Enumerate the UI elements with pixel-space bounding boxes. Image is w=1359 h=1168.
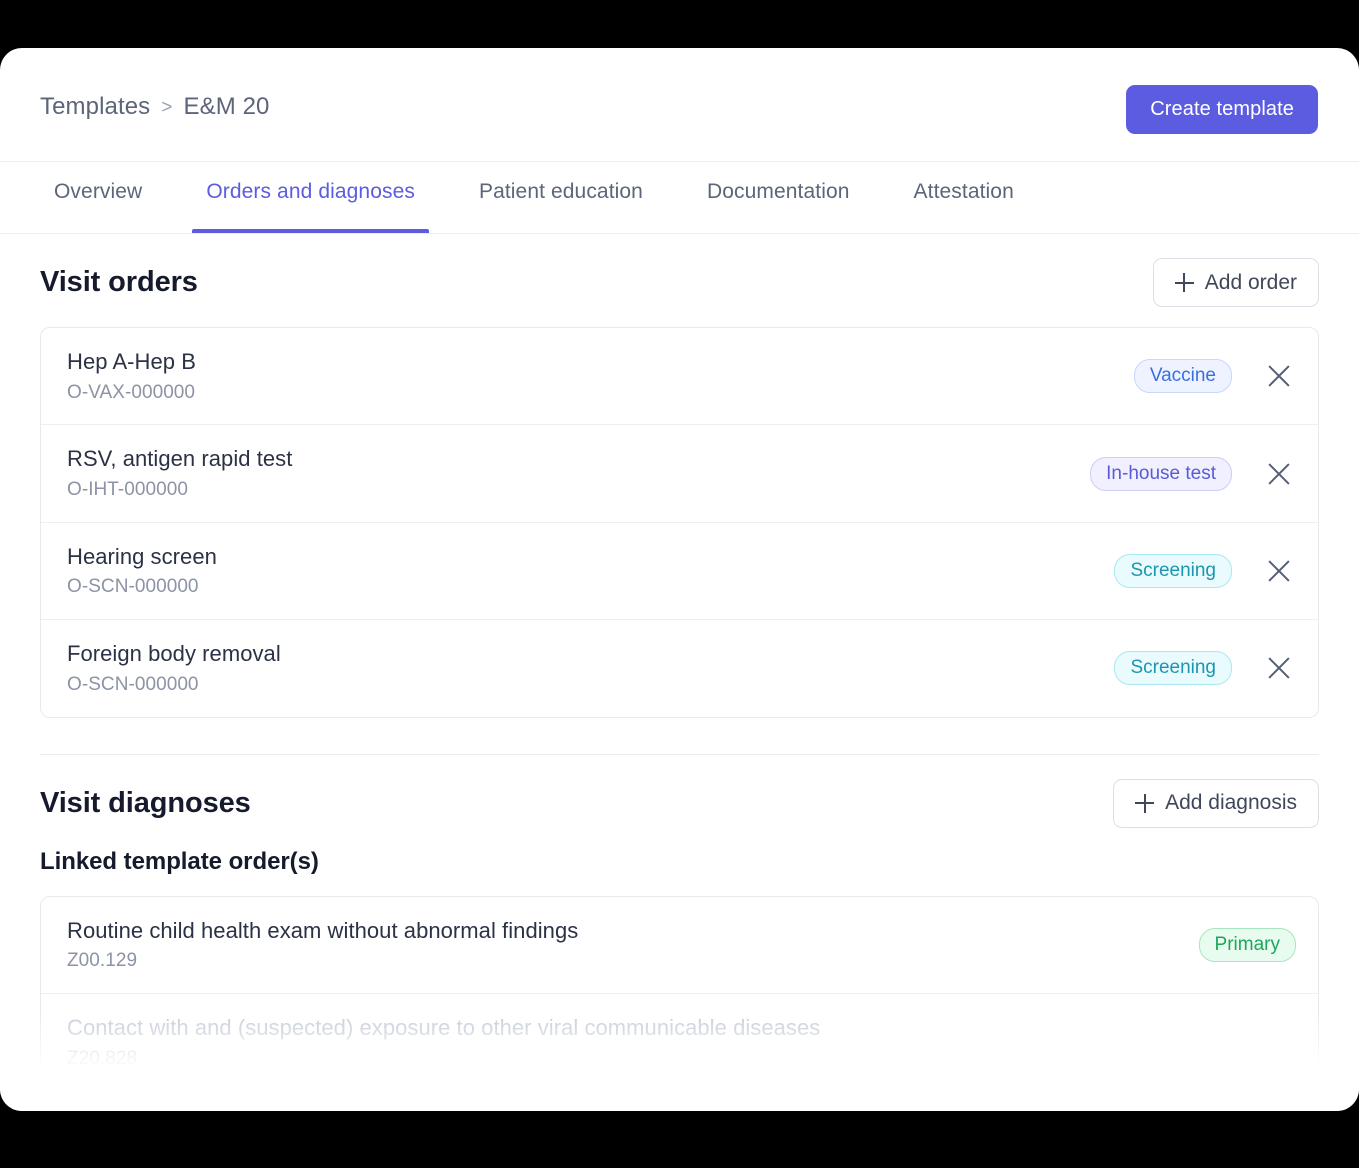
order-info: Hep A-Hep B O-VAX-000000 — [67, 347, 1134, 405]
order-info: RSV, antigen rapid test O-IHT-000000 — [67, 444, 1090, 502]
plus-icon — [1135, 793, 1155, 813]
page-header: Templates > E&M 20 Create template — [0, 48, 1359, 162]
status-badge: Screening — [1114, 651, 1232, 686]
order-info: Hearing screen O-SCN-000000 — [67, 542, 1114, 600]
table-row[interactable]: Hearing screen O-SCN-000000 Screening — [41, 523, 1318, 621]
diagnosis-name: Routine child health exam without abnorm… — [67, 917, 579, 943]
status-badge: Primary — [1198, 927, 1296, 962]
order-code: O-IHT-000000 — [67, 479, 188, 501]
tab-bar: Overview Orders and diagnoses Patient ed… — [0, 162, 1359, 234]
close-icon[interactable] — [1262, 359, 1296, 393]
status-badge: Screening — [1114, 553, 1232, 588]
order-info: Foreign body removal O-SCN-000000 — [67, 639, 1114, 697]
order-name: RSV, antigen rapid test — [67, 446, 293, 472]
close-icon[interactable] — [1262, 651, 1296, 685]
breadcrumb: Templates > E&M 20 — [40, 93, 269, 121]
plus-icon — [1174, 273, 1194, 292]
visit-diagnoses-header: Visit diagnoses Add diagnosis — [40, 755, 1319, 848]
order-name: Foreign body removal — [67, 641, 281, 667]
status-badge: In-house test — [1090, 456, 1232, 491]
breadcrumb-separator-icon: > — [161, 97, 173, 118]
order-name: Hearing screen — [67, 543, 217, 569]
visit-orders-list: Hep A-Hep B O-VAX-000000 Vaccine RSV, an… — [40, 327, 1319, 718]
visit-diagnoses-list: Routine child health exam without abnorm… — [40, 895, 1319, 1092]
add-order-button[interactable]: Add order — [1152, 258, 1319, 307]
tab-overview[interactable]: Overview — [40, 162, 156, 233]
linked-template-orders-title: Linked template order(s) — [40, 847, 319, 875]
table-row[interactable]: Foreign body removal O-SCN-000000 Screen… — [41, 620, 1318, 716]
add-diagnosis-label: Add diagnosis — [1165, 791, 1297, 814]
diagnosis-name: Contact with and (suspected) exposure to… — [67, 1014, 821, 1040]
create-template-button[interactable]: Create template — [1126, 85, 1318, 134]
breadcrumb-current: E&M 20 — [183, 93, 270, 120]
order-code: O-SCN-000000 — [67, 673, 199, 695]
tab-orders-and-diagnoses[interactable]: Orders and diagnoses — [192, 162, 429, 233]
visit-diagnoses-title: Visit diagnoses — [40, 786, 251, 819]
visit-orders-header: Visit orders Add order — [40, 234, 1319, 327]
diagnosis-code: Z20.828 — [67, 1047, 138, 1069]
tab-documentation[interactable]: Documentation — [693, 162, 864, 233]
table-row[interactable]: RSV, antigen rapid test O-IHT-000000 In-… — [41, 425, 1318, 523]
order-name: Hep A-Hep B — [67, 349, 196, 374]
table-row[interactable]: Routine child health exam without abnorm… — [41, 897, 1318, 994]
app-card: Templates > E&M 20 Create template Overv… — [0, 48, 1359, 1111]
close-icon[interactable] — [1262, 457, 1296, 491]
diagnosis-info: Routine child health exam without abnorm… — [67, 916, 1199, 974]
table-row[interactable]: Hep A-Hep B O-VAX-000000 Vaccine — [41, 328, 1318, 426]
close-icon[interactable] — [1262, 554, 1296, 588]
tab-attestation[interactable]: Attestation — [900, 162, 1028, 233]
tab-patient-education[interactable]: Patient education — [465, 162, 657, 233]
content-area: Visit orders Add order Hep A-Hep B O-VAX… — [0, 234, 1359, 1092]
breadcrumb-root-link[interactable]: Templates — [40, 93, 150, 121]
visit-orders-title: Visit orders — [40, 266, 198, 298]
status-badge: Vaccine — [1133, 359, 1232, 394]
table-row[interactable]: Contact with and (suspected) exposure to… — [41, 994, 1318, 1090]
add-order-label: Add order — [1204, 270, 1297, 294]
diagnosis-code: Z00.129 — [67, 950, 138, 972]
diagnosis-info: Contact with and (suspected) exposure to… — [67, 1013, 1296, 1071]
add-diagnosis-button[interactable]: Add diagnosis — [1113, 778, 1319, 828]
order-code: O-VAX-000000 — [67, 381, 196, 403]
order-code: O-SCN-000000 — [67, 576, 199, 598]
